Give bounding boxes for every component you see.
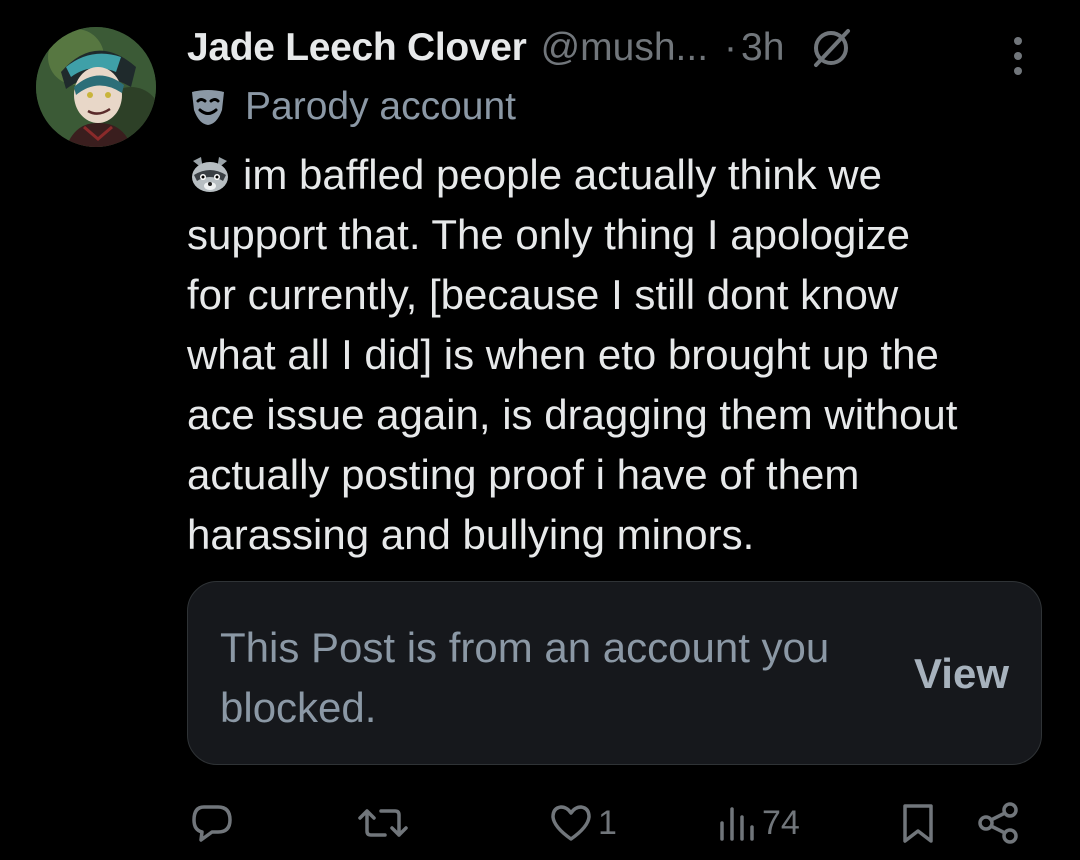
avatar-image — [36, 27, 156, 147]
like-count: 1 — [598, 803, 617, 842]
separator-dot: · — [724, 26, 738, 69]
views-button[interactable]: 74 — [718, 790, 800, 856]
post-text-body: support that. The only thing I apologize… — [187, 211, 958, 558]
post-text: im baffled people actually think we supp… — [187, 145, 1057, 565]
share-button[interactable] — [976, 790, 1022, 856]
bookmark-icon — [903, 804, 933, 843]
parody-label[interactable]: Parody account — [187, 80, 516, 134]
share-icon — [978, 802, 1018, 844]
repost-icon — [358, 809, 408, 837]
like-button[interactable]: 1 — [548, 790, 617, 856]
repost-button[interactable] — [355, 790, 411, 856]
parody-label-text: Parody account — [245, 85, 517, 128]
handle[interactable]: @mush... — [541, 26, 708, 70]
raccoon-emoji — [187, 151, 233, 197]
display-name[interactable]: Jade Leech Clover — [187, 26, 527, 70]
reply-icon — [192, 805, 232, 842]
more-vertical-icon[interactable] — [996, 34, 1040, 78]
timestamp[interactable]: 3h — [741, 26, 784, 70]
post-text-line-1: im baffled people actually think we — [243, 151, 882, 198]
heart-icon — [551, 805, 591, 841]
post-header: Jade Leech Clover @mush... · 3h — [187, 20, 1040, 76]
theater-mask-icon — [187, 86, 229, 128]
views-count: 74 — [762, 803, 800, 842]
blocked-message: This Post is from an account you blocked… — [220, 624, 830, 731]
blocked-quote-card: This Post is from an account you blocked… — [187, 581, 1042, 765]
bookmark-button[interactable] — [900, 790, 936, 856]
views-icon — [720, 807, 754, 841]
action-bar: 1 74 — [0, 790, 1080, 860]
no-symbol-icon[interactable] — [808, 25, 854, 71]
view-button[interactable]: View — [914, 650, 1009, 698]
avatar[interactable] — [36, 27, 156, 147]
reply-button[interactable] — [190, 790, 234, 856]
